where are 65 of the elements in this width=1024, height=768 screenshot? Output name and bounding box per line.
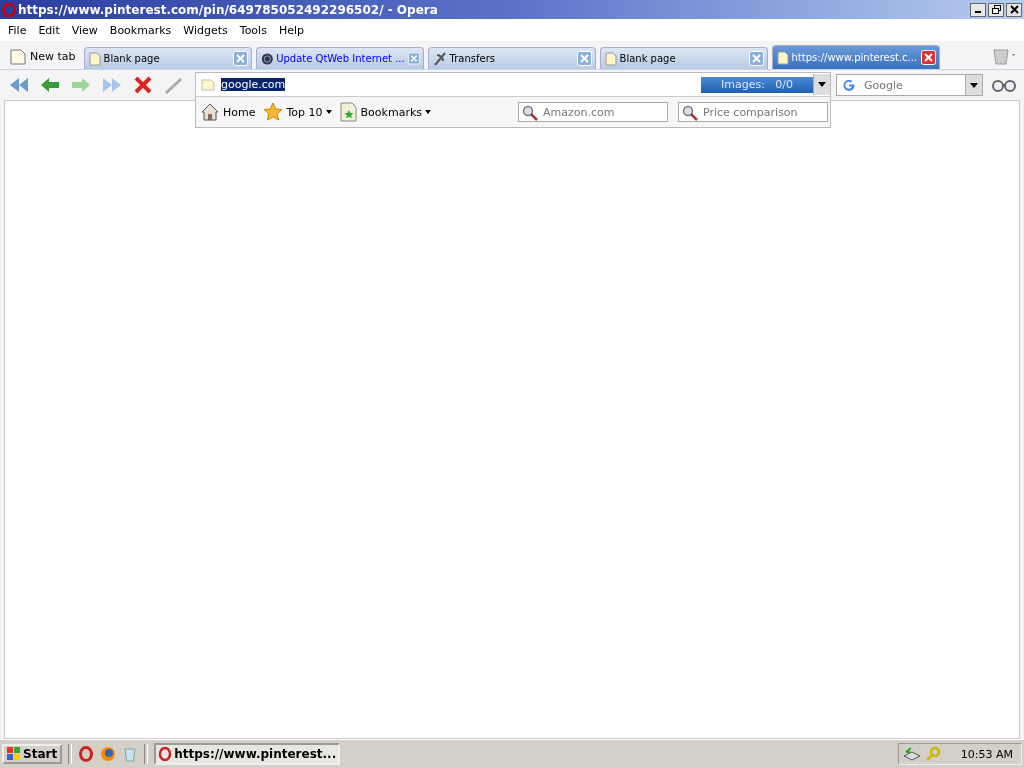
page-icon (604, 51, 617, 66)
pen-icon[interactable] (163, 75, 185, 95)
menu-item[interactable]: Edit (32, 23, 66, 37)
dropdown-button[interactable] (965, 75, 982, 95)
bookmark-star-icon (339, 102, 358, 122)
bookmark-link[interactable]: Home (200, 102, 256, 122)
caret-icon (970, 82, 978, 88)
page-icon (88, 51, 101, 66)
close-tab-icon[interactable] (407, 51, 420, 66)
menu-item[interactable]: Widgets (177, 23, 234, 37)
page-icon (201, 78, 215, 91)
browser-tab[interactable]: Blank page (83, 47, 252, 69)
caret-icon (425, 110, 431, 114)
bookmark-link[interactable]: Bookmarks (339, 102, 431, 122)
browser-tab[interactable]: Update QtWeb Internet ... (255, 47, 424, 69)
restore-icon (991, 5, 1001, 14)
close-button[interactable] (1006, 2, 1022, 17)
menu-item[interactable]: Help (272, 23, 310, 37)
restore-button[interactable] (988, 2, 1004, 17)
address-field[interactable]: google.com Images: 0/0 (196, 73, 830, 97)
clock: 10:53 AM (960, 747, 1013, 761)
back-icon[interactable] (39, 75, 61, 95)
window-title: https://www.pinterest.com/pin/649785052492296502/ - Opera (18, 2, 438, 17)
menu-item[interactable]: View (65, 23, 104, 37)
close-tab-icon[interactable] (232, 51, 248, 66)
satellite-icon (432, 50, 447, 67)
trash-icon[interactable] (992, 47, 1018, 65)
house-icon (200, 102, 220, 122)
menu-item[interactable]: Bookmarks (103, 23, 178, 37)
star-icon (263, 102, 284, 122)
minimize-button[interactable] (970, 2, 986, 17)
menu-item[interactable]: Tools (233, 23, 273, 37)
new-tab-button[interactable]: New tab (6, 43, 80, 69)
search-field[interactable]: Google (836, 74, 983, 96)
images-progress: Images: 0/0 (701, 76, 813, 93)
browser-tab[interactable]: Transfers (427, 47, 596, 69)
close-tab-icon[interactable] (920, 50, 936, 65)
caret-icon (818, 82, 826, 87)
close-tab-icon[interactable] (576, 51, 592, 66)
taskbar-button[interactable]: https://www.pinterest... (154, 743, 341, 765)
page-icon (776, 50, 789, 65)
browser-tab[interactable]: https://www.pinterest.c... (771, 45, 940, 69)
search-field[interactable]: Price comparison (678, 102, 828, 122)
opera-logo-icon[interactable] (78, 746, 95, 762)
google-logo-icon (842, 78, 856, 92)
browser-tab[interactable]: Blank page (599, 47, 768, 69)
minimize-icon (975, 11, 981, 13)
stop-icon[interactable] (132, 75, 154, 95)
network-icon[interactable] (902, 746, 921, 762)
opera-logo-icon (2, 2, 16, 17)
opera-logo-icon (158, 747, 173, 761)
fox-globe-icon[interactable] (100, 746, 117, 762)
dropdown-button[interactable] (813, 74, 830, 95)
windows-logo-icon (7, 747, 21, 761)
glasses-icon[interactable] (992, 77, 1016, 93)
close-icon (1009, 5, 1019, 14)
caret-icon (325, 110, 332, 114)
menu-item[interactable]: File (2, 23, 33, 37)
bookmark-link[interactable]: Top 10 (263, 102, 332, 122)
start-button[interactable]: Start (2, 744, 63, 764)
page-icon (10, 47, 26, 65)
recycle-bin-icon[interactable] (122, 746, 139, 762)
rewind-icon[interactable] (8, 75, 30, 95)
close-tab-icon[interactable] (748, 51, 764, 66)
search-field[interactable]: Amazon.com (518, 102, 668, 122)
